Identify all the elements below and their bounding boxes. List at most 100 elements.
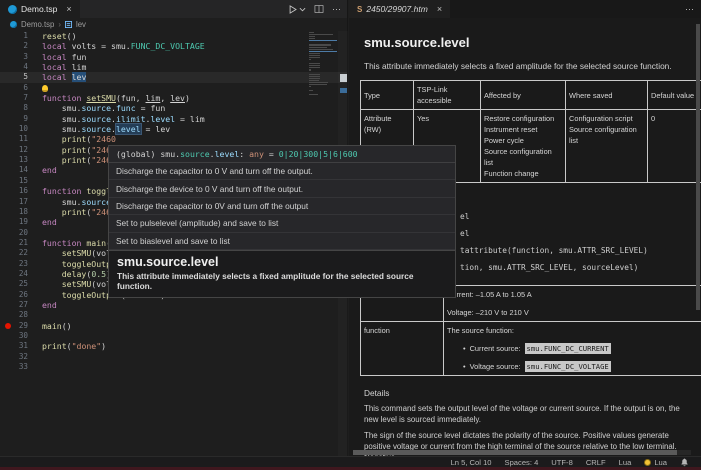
line-number[interactable]: 28 — [0, 310, 28, 320]
status-item-bell[interactable] — [680, 458, 689, 467]
code-text: local volts = smu.FUNC_DC_VOLTAGE — [28, 41, 205, 51]
split-editor-icon[interactable] — [314, 4, 324, 14]
code-line[interactable]: 29main() — [0, 321, 347, 331]
code-line[interactable]: 6 — [0, 83, 347, 93]
line-number[interactable]: 21 — [0, 238, 28, 248]
code-line[interactable]: 3local fun — [0, 52, 347, 62]
editor-tab-bar: Demo.tsp × ··· — [0, 0, 347, 18]
column-header: Type — [361, 81, 414, 110]
status-item[interactable]: Lua — [619, 458, 632, 467]
line-number[interactable]: 24 — [0, 269, 28, 279]
tab-close-icon[interactable]: × — [66, 5, 71, 14]
table-cell: Configuration scriptSource configuration… — [566, 110, 648, 183]
status-item-lua-cat[interactable]: Lua — [644, 458, 667, 467]
code-text: smu.source.level = lev — [28, 124, 170, 134]
code-line[interactable]: 7function setSMU(fun, lim, lev) — [0, 93, 347, 103]
column-header: Default value — [648, 81, 701, 110]
inline-code: smu.FUNC_DC_VOLTAGE — [525, 361, 611, 372]
code-text: function toggle — [28, 186, 116, 196]
panel-more-actions-icon[interactable]: ··· — [685, 4, 694, 14]
code-line[interactable]: 27end — [0, 300, 347, 310]
code-text — [28, 362, 42, 372]
code-line[interactable]: 30 — [0, 331, 347, 341]
param-desc-cell: Current: –1.05 A to 1.05 AVoltage: –210 … — [444, 286, 701, 322]
line-number[interactable]: 12 — [0, 145, 28, 155]
code-text: smu.source.ilimit.level = lim — [28, 114, 205, 124]
line-number[interactable]: 18 — [0, 207, 28, 217]
minimap[interactable] — [309, 32, 337, 101]
code-text: smu.source.func = fun — [28, 103, 165, 113]
code-line[interactable]: 32 — [0, 352, 347, 362]
code-line[interactable]: 31print("done") — [0, 341, 347, 351]
code-text: delay(0.5) — [28, 269, 111, 279]
line-number[interactable]: 6 — [0, 83, 28, 93]
code-line[interactable]: 8 smu.source.func = fun — [0, 103, 347, 113]
code-line[interactable]: 9 smu.source.ilimit.level = lim — [0, 114, 347, 124]
line-number[interactable]: 14 — [0, 165, 28, 175]
line-number[interactable]: 26 — [0, 290, 28, 300]
status-bar: Ln 5, Col 10 Spaces: 4 UTF-8 CRLF Lua Lua — [0, 456, 701, 470]
code-line[interactable]: 5local lev — [0, 72, 347, 82]
status-item[interactable]: Spaces: 4 — [505, 458, 539, 467]
status-item[interactable]: CRLF — [586, 458, 606, 467]
line-number[interactable]: 32 — [0, 352, 28, 362]
line-number[interactable]: 16 — [0, 186, 28, 196]
code-text — [28, 228, 42, 238]
breadcrumb-symbol[interactable]: lev — [76, 20, 86, 29]
line-number[interactable]: 19 — [0, 217, 28, 227]
line-number[interactable]: 10 — [0, 124, 28, 134]
line-number[interactable]: 4 — [0, 62, 28, 72]
line-number[interactable]: 1 — [0, 31, 28, 41]
breakpoint-dot[interactable] — [5, 323, 11, 329]
line-number[interactable]: 13 — [0, 155, 28, 165]
code-text: print("done") — [28, 341, 106, 351]
breadcrumb-file[interactable]: Demo.tsp — [21, 20, 54, 29]
line-number[interactable]: 27 — [0, 300, 28, 310]
lightbulb-icon[interactable] — [42, 85, 48, 92]
code-line[interactable]: 33 — [0, 362, 347, 372]
line-number[interactable]: 2 — [0, 41, 28, 51]
hover-items: Discharge the capacitor to 0 V and turn … — [109, 163, 455, 250]
line-number[interactable]: 7 — [0, 93, 28, 103]
line-number[interactable]: 20 — [0, 228, 28, 238]
hover-doc-title: smu.source.level — [117, 255, 447, 269]
line-number[interactable]: 17 — [0, 197, 28, 207]
code-line[interactable]: 10 smu.source.level = lev — [0, 124, 347, 134]
tab-demo-tsp[interactable]: Demo.tsp × — [0, 0, 80, 18]
tab-help-htm[interactable]: S 2450/29907.htm × — [349, 0, 450, 18]
line-number[interactable]: 23 — [0, 259, 28, 269]
line-number[interactable]: 3 — [0, 52, 28, 62]
hover-item: Discharge the capacitor to 0V and turn o… — [109, 198, 455, 215]
code-text: print("2460 — [28, 155, 116, 165]
editor-actions: ··· — [287, 0, 341, 18]
run-button[interactable] — [287, 4, 306, 15]
panel-tab-close-icon[interactable]: × — [437, 5, 442, 14]
code-text: print("2460 — [28, 145, 116, 155]
more-actions-icon[interactable]: ··· — [332, 4, 341, 14]
code-line[interactable]: 28 — [0, 310, 347, 320]
status-item[interactable]: Ln 5, Col 10 — [451, 458, 492, 467]
panel-vscrollbar[interactable] — [696, 24, 700, 310]
table-row: functionThe source function:•Current sou… — [361, 322, 701, 376]
line-number[interactable]: 25 — [0, 279, 28, 289]
code-text: local fun — [28, 52, 86, 62]
line-number[interactable]: 9 — [0, 114, 28, 124]
code-text: print("2460 — [28, 134, 116, 144]
code-line[interactable]: 4local lim — [0, 62, 347, 72]
line-number[interactable]: 5 — [0, 72, 28, 82]
line-number[interactable]: 31 — [0, 341, 28, 351]
line-number[interactable]: 33 — [0, 362, 28, 372]
line-number[interactable]: 15 — [0, 176, 28, 186]
code-line[interactable]: 1reset() — [0, 31, 347, 41]
line-number[interactable]: 11 — [0, 134, 28, 144]
line-number[interactable]: 30 — [0, 331, 28, 341]
code-line[interactable]: 11 print("2460 — [0, 134, 347, 144]
line-number[interactable]: 8 — [0, 103, 28, 113]
table-cell: 0 — [648, 110, 701, 183]
status-item[interactable]: UTF-8 — [551, 458, 573, 467]
panel-hscrollbar[interactable] — [353, 450, 691, 455]
hover-doc-text: This attribute immediately selects a fix… — [117, 271, 447, 291]
line-number[interactable]: 22 — [0, 248, 28, 258]
range-table: sourceLevelCurrent: –1.05 A to 1.05 AVol… — [360, 285, 701, 376]
code-line[interactable]: 2local volts = smu.FUNC_DC_VOLTAGE — [0, 41, 347, 51]
